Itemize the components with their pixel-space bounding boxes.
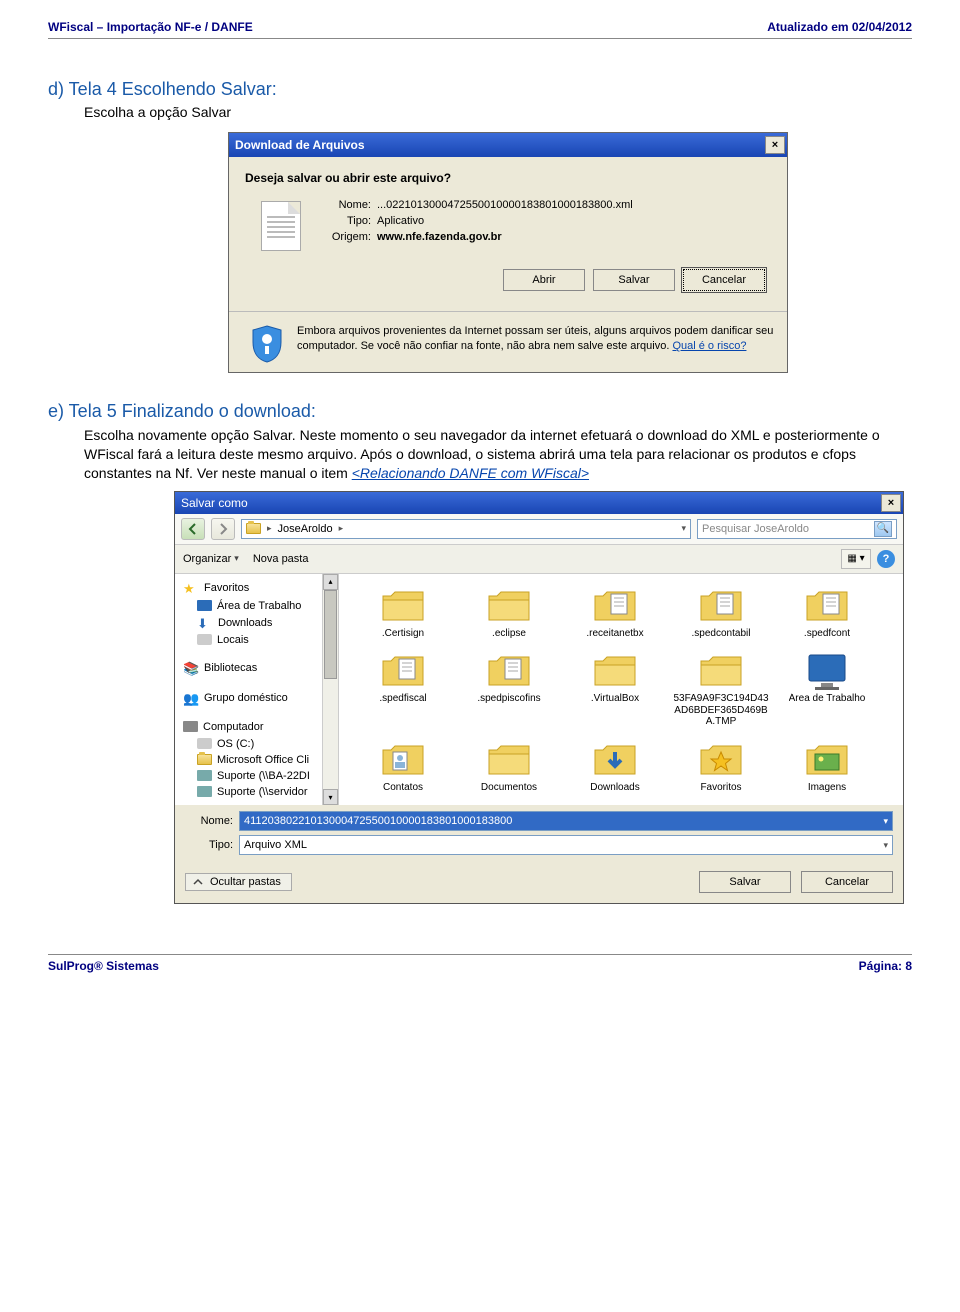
- file-item[interactable]: Documentos: [459, 736, 559, 796]
- page-footer: SulProg® Sistemas Página: 8: [48, 954, 912, 973]
- file-item[interactable]: .VirtualBox: [565, 647, 665, 730]
- tree-libraries[interactable]: 📚Bibliotecas: [175, 658, 338, 678]
- scroll-thumb[interactable]: [324, 590, 337, 680]
- type-label: Tipo:: [315, 215, 371, 227]
- section-d-sub: Escolha a opção Salvar: [84, 104, 912, 120]
- related-link[interactable]: <Relacionando DANFE com WFiscal>: [352, 465, 589, 481]
- file-item[interactable]: .spedfiscal: [353, 647, 453, 730]
- saveas-titlebar: Salvar como ×: [175, 492, 903, 514]
- close-icon[interactable]: ×: [881, 494, 901, 512]
- section-e-body: Escolha novamente opção Salvar. Neste mo…: [84, 426, 912, 483]
- type-value: Aplicativo: [377, 215, 424, 227]
- cancel-button[interactable]: Cancelar: [683, 269, 765, 291]
- cancel-button[interactable]: Cancelar: [801, 871, 893, 893]
- file-icon: [261, 201, 301, 251]
- tree-item[interactable]: Suporte (\\servidor: [175, 784, 338, 800]
- file-item[interactable]: Contatos: [353, 736, 453, 796]
- file-item[interactable]: .receitanetbx: [565, 582, 665, 642]
- name-value: ...02210130004725500100001838010001838​0…: [377, 199, 633, 211]
- dialog-title: Download de Arquivos: [235, 138, 365, 152]
- view-button[interactable]: ▦ ▾: [841, 549, 871, 569]
- name-label: Nome:: [315, 199, 371, 211]
- search-input[interactable]: Pesquisar JoseAroldo 🔍: [697, 519, 897, 539]
- file-item[interactable]: 53FA9A9F3C194D43AD6BDEF365D469BA.TMP: [671, 647, 771, 730]
- footer-right: Página: 8: [859, 959, 912, 973]
- warning-text: Embora arquivos provenientes da Internet…: [297, 324, 777, 364]
- forward-button[interactable]: [211, 518, 235, 540]
- header-right: Atualizado em 02/04/2012: [767, 20, 912, 34]
- tree-item[interactable]: Microsoft Office Cli: [175, 752, 338, 768]
- page-header: WFiscal – Importação NF-e / DANFE Atuali…: [48, 20, 912, 39]
- tree-panel: ★Favoritos Área de Trabalho ⬇Downloads L…: [175, 574, 339, 806]
- risk-link[interactable]: Qual é o risco?: [672, 340, 746, 352]
- filetype-select[interactable]: Arquivo XML▾: [239, 835, 893, 855]
- file-item[interactable]: Área de Trabalho: [777, 647, 877, 730]
- footer-left: SulProg® Sistemas: [48, 959, 159, 973]
- section-e-title: e) Tela 5 Finalizando o download:: [48, 401, 912, 422]
- origin-label: Origem:: [315, 231, 371, 243]
- save-button[interactable]: Salvar: [699, 871, 791, 893]
- filename-label: Nome:: [185, 815, 233, 827]
- back-button[interactable]: [181, 518, 205, 540]
- search-icon[interactable]: 🔍: [874, 521, 892, 537]
- dialog-titlebar: Download de Arquivos ×: [229, 133, 787, 157]
- tree-homegroup[interactable]: 👥Grupo doméstico: [175, 688, 338, 708]
- close-icon[interactable]: ×: [765, 136, 785, 154]
- breadcrumb[interactable]: JoseAroldo: [278, 523, 333, 535]
- file-item[interactable]: .eclipse: [459, 582, 559, 642]
- open-button[interactable]: Abrir: [503, 269, 585, 291]
- filetype-label: Tipo:: [185, 839, 233, 851]
- scrollbar[interactable]: ▴ ▾: [322, 574, 338, 806]
- download-dialog: Download de Arquivos × Deseja salvar ou …: [228, 132, 788, 373]
- newfolder-button[interactable]: Nova pasta: [253, 553, 309, 565]
- file-item[interactable]: Imagens: [777, 736, 877, 796]
- dialog-prompt: Deseja salvar ou abrir este arquivo?: [245, 171, 771, 185]
- file-item[interactable]: .spedpiscofins: [459, 647, 559, 730]
- saveas-title: Salvar como: [181, 496, 248, 510]
- file-item[interactable]: .spedfcont: [777, 582, 877, 642]
- files-panel: .Certisign.eclipse.receitanetbx.spedcont…: [339, 574, 903, 806]
- tree-item[interactable]: Área de Trabalho: [175, 598, 338, 614]
- filename-input[interactable]: 4112038022101300047255001000018380​10001…: [239, 811, 893, 831]
- tree-computer[interactable]: Computador: [175, 718, 338, 736]
- tree-favorites[interactable]: ★Favoritos: [175, 578, 338, 598]
- tree-item[interactable]: ⬇Downloads: [175, 614, 338, 632]
- scroll-up-icon[interactable]: ▴: [323, 574, 338, 590]
- file-item[interactable]: Favoritos: [671, 736, 771, 796]
- origin-value: www.nfe.fazenda.gov.br: [377, 231, 502, 243]
- file-item[interactable]: .Certisign: [353, 582, 453, 642]
- file-item[interactable]: Downloads: [565, 736, 665, 796]
- scroll-down-icon[interactable]: ▾: [323, 789, 338, 805]
- help-icon[interactable]: ?: [877, 550, 895, 568]
- organize-menu[interactable]: Organizar: [183, 553, 239, 565]
- header-left: WFiscal – Importação NF-e / DANFE: [48, 20, 253, 34]
- address-bar[interactable]: ▸ JoseAroldo ▸ ▾: [241, 519, 691, 539]
- save-button[interactable]: Salvar: [593, 269, 675, 291]
- shield-icon: [249, 324, 285, 364]
- file-item[interactable]: .spedcontabil: [671, 582, 771, 642]
- folder-icon: [246, 523, 261, 534]
- saveas-dialog: Salvar como × ▸ JoseAroldo ▸ ▾ Pesquisar…: [174, 491, 904, 905]
- tree-item[interactable]: OS (C:): [175, 736, 338, 752]
- chevron-up-icon: [192, 876, 204, 888]
- hide-folders-button[interactable]: Ocultar pastas: [185, 873, 292, 891]
- section-d-title: d) Tela 4 Escolhendo Salvar:: [48, 79, 912, 100]
- tree-item[interactable]: Locais: [175, 632, 338, 648]
- tree-item[interactable]: Suporte (\\BA-22DI: [175, 768, 338, 784]
